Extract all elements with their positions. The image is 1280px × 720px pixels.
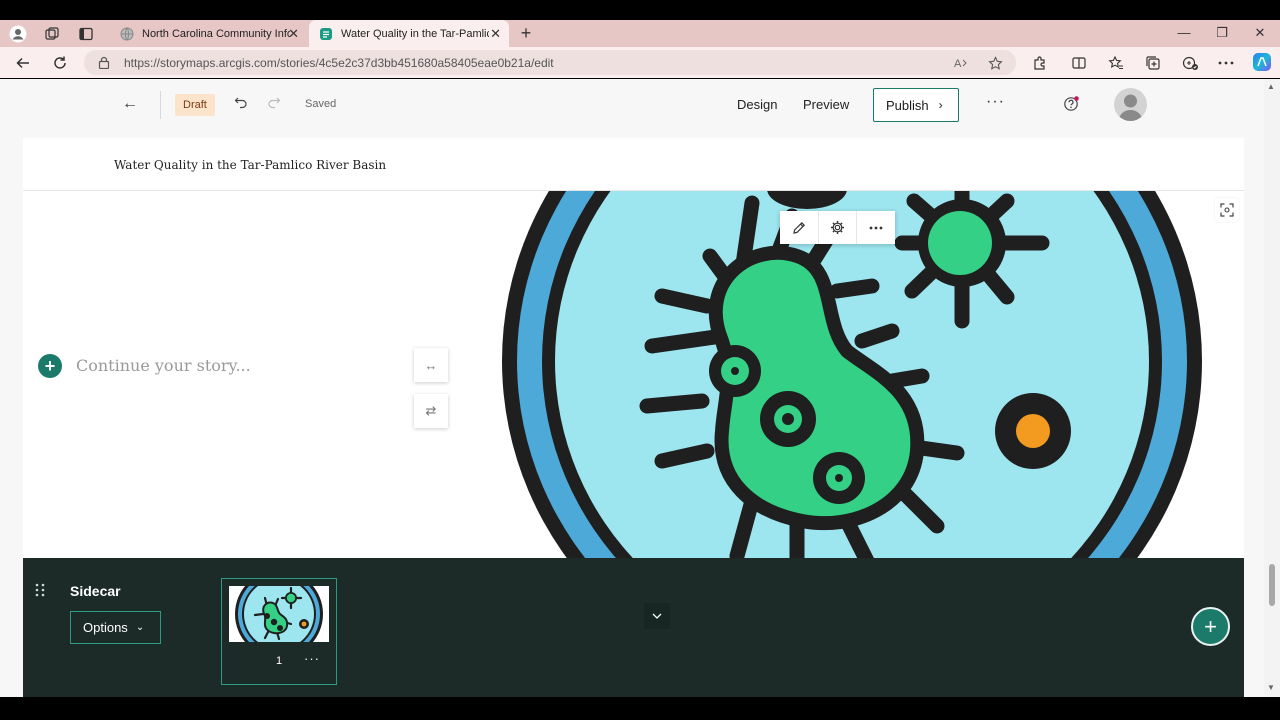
new-tab-button[interactable]: + [516, 23, 536, 44]
workspaces-icon[interactable] [42, 24, 62, 44]
sidecar-title: Sidecar [70, 583, 121, 599]
restore-button[interactable]: ❐ [1212, 25, 1232, 41]
tab-actions-icon[interactable] [76, 24, 96, 44]
lock-icon[interactable] [98, 56, 110, 74]
slide-thumbnail[interactable]: 1 ··· [221, 578, 337, 685]
extensions-icon[interactable] [1031, 54, 1049, 72]
chevron-right-icon: › [938, 98, 943, 112]
collapse-sidecar-button[interactable] [644, 603, 670, 629]
options-dropdown[interactable]: Options ⌄ [70, 611, 161, 644]
slide-number: 1 [276, 655, 283, 667]
undo-icon[interactable] [234, 95, 248, 114]
scroll-up-icon[interactable]: ▲ [1267, 82, 1275, 91]
status-badge: Draft [175, 94, 215, 116]
media-toolbar [780, 211, 895, 244]
more-options-button[interactable]: ··· [986, 93, 1005, 111]
slide-more-button[interactable]: ··· [304, 651, 320, 666]
story-canvas: Water Quality in the Tar-Pamlico River B… [23, 138, 1244, 629]
options-label: Options [83, 620, 128, 635]
svg-text:A: A [954, 58, 962, 70]
refresh-icon[interactable] [50, 53, 70, 73]
address-bar[interactable]: https://storymaps.arcgis.com/stories/4c5… [84, 50, 1016, 75]
back-arrow-button[interactable]: ← [122, 95, 138, 113]
scrollbar-thumb[interactable] [1269, 564, 1275, 606]
expand-icon[interactable] [1215, 198, 1239, 222]
close-window-button[interactable]: ✕ [1250, 25, 1270, 41]
grip-icon[interactable] [35, 583, 45, 602]
split-screen-icon[interactable] [1070, 54, 1088, 72]
add-block-button[interactable]: + [38, 354, 62, 378]
collections-icon[interactable] [1144, 54, 1162, 72]
browser-essentials-icon[interactable] [1181, 54, 1199, 72]
favorites-icon[interactable] [1107, 54, 1125, 72]
preview-button[interactable]: Preview [803, 97, 849, 112]
gear-icon[interactable] [818, 211, 856, 244]
avatar-icon[interactable] [1114, 88, 1147, 121]
globe-favicon [120, 27, 134, 41]
design-button[interactable]: Design [737, 97, 777, 112]
browser-toolbar: https://storymaps.arcgis.com/stories/4c5… [0, 47, 1280, 78]
save-status: Saved [305, 98, 337, 110]
storymaps-editor: ← Draft Saved Design Preview Publish › ·… [0, 79, 1264, 697]
redo-icon[interactable] [267, 95, 281, 114]
tab-title: Water Quality in the Tar-Pamlico [341, 27, 489, 40]
publish-label: Publish [886, 97, 929, 113]
builder-header: ← Draft Saved Design Preview Publish › ·… [0, 79, 1264, 131]
favorite-icon[interactable] [987, 55, 1003, 71]
profile-icon[interactable] [8, 24, 28, 44]
divider [160, 91, 161, 119]
add-slide-button[interactable]: + [1191, 607, 1230, 646]
resize-panel-button[interactable]: ↔ [414, 348, 448, 382]
chevron-down-icon: ⌄ [135, 622, 145, 633]
media-panel-image[interactable] [452, 191, 1244, 558]
read-aloud-icon[interactable]: A [953, 55, 969, 71]
back-icon[interactable] [13, 53, 33, 73]
story-title[interactable]: Water Quality in the Tar-Pamlico River B… [114, 158, 386, 172]
slide-preview-image [229, 586, 329, 642]
copilot-icon[interactable] [1252, 52, 1272, 72]
pencil-icon[interactable] [780, 211, 818, 244]
sidecar-panel: Sidecar Options ⌄ 1 ··· + [23, 558, 1244, 697]
minimize-button[interactable]: — [1174, 25, 1194, 40]
scroll-down-icon[interactable]: ▼ [1267, 683, 1275, 692]
more-icon[interactable] [856, 211, 894, 244]
help-icon[interactable] [1063, 96, 1079, 112]
swap-panel-button[interactable]: ⇄ [414, 394, 448, 428]
url-text[interactable]: https://storymaps.arcgis.com/stories/4c5… [124, 56, 554, 70]
more-icon[interactable] [1217, 54, 1235, 72]
chevron-down-icon [652, 613, 662, 619]
storymaps-favicon [319, 27, 333, 41]
close-tab-icon[interactable]: ✕ [490, 27, 501, 40]
continue-story-input[interactable]: Continue your story... [76, 356, 251, 375]
tab-title: North Carolina Community Infor [142, 27, 290, 40]
tab-water-quality[interactable]: Water Quality in the Tar-Pamlico ✕ [309, 20, 509, 47]
close-tab-icon[interactable]: ✕ [288, 27, 299, 40]
browser-tab-strip: North Carolina Community Infor ✕ Water Q… [0, 20, 1280, 47]
tab-north-carolina[interactable]: North Carolina Community Infor ✕ [110, 20, 307, 47]
page-scrollbar[interactable]: ▲ ▼ [1264, 79, 1280, 697]
bacteria-petri-dish-image [502, 191, 1202, 558]
publish-button[interactable]: Publish › [873, 88, 959, 122]
